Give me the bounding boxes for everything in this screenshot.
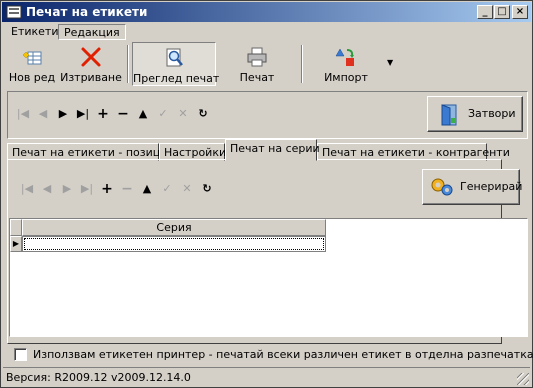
new-row-icon xyxy=(22,51,42,65)
toolbar-separator xyxy=(301,45,303,83)
refresh-icon[interactable]: ↻ xyxy=(198,180,216,198)
delete-button[interactable]: Изтриване xyxy=(59,42,123,86)
print-label: Печат xyxy=(239,71,275,84)
current-row-indicator-icon: ▶ xyxy=(10,236,22,252)
series-cell[interactable] xyxy=(22,236,326,252)
app-icon xyxy=(6,5,22,19)
import-label: Импорт xyxy=(324,71,368,84)
label-printer-checkbox[interactable] xyxy=(14,348,27,361)
cancel-edit-icon[interactable]: ✕ xyxy=(174,105,192,123)
next-record-icon[interactable]: ▶ xyxy=(58,180,76,198)
first-record-icon[interactable]: |◀ xyxy=(18,180,36,198)
tab-series-printing[interactable]: Печат на серии xyxy=(225,139,320,161)
gears-icon xyxy=(431,178,453,196)
window-title: Печат на етикети xyxy=(26,5,148,19)
printer-icon xyxy=(247,47,267,67)
close-label: Затвори xyxy=(468,107,516,120)
delete-record-icon[interactable]: − xyxy=(114,105,132,123)
generate-button[interactable]: Генерирай xyxy=(422,169,523,205)
status-bar: Версия: R2009.12 v2009.12.14.0 xyxy=(3,367,530,386)
prior-record-icon[interactable]: ◀ xyxy=(34,105,52,123)
last-record-icon[interactable]: ▶| xyxy=(78,180,96,198)
last-record-icon[interactable]: ▶| xyxy=(74,105,92,123)
title-bar[interactable]: Печат на етикети _ □ × xyxy=(2,2,531,22)
delete-record-icon[interactable]: − xyxy=(118,180,136,198)
label-printer-label: Използвам етикетен принтер - печатай все… xyxy=(33,348,533,361)
post-record-icon[interactable]: ✓ xyxy=(158,180,176,198)
row-indicator-header xyxy=(10,219,22,236)
version-text: Версия: R2009.12 v2009.12.14.0 xyxy=(6,371,191,384)
close-button[interactable]: Затвори xyxy=(427,96,523,132)
menu-bar: Етикети Редакция xyxy=(2,23,531,41)
new-row-button[interactable]: Нов ред xyxy=(7,42,57,86)
next-record-icon[interactable]: ▶ xyxy=(54,105,72,123)
new-row-label: Нов ред xyxy=(8,71,56,84)
import-dropdown-arrow-icon[interactable]: ▼ xyxy=(387,58,393,67)
menu-edit[interactable]: Редакция xyxy=(58,24,126,40)
refresh-icon[interactable]: ↻ xyxy=(194,105,212,123)
series-grid: Серия ▶ xyxy=(9,218,528,337)
print-preview-button[interactable]: Преглед печат xyxy=(132,42,220,86)
post-record-icon[interactable]: ✓ xyxy=(154,105,172,123)
edit-record-icon[interactable]: ▲ xyxy=(138,180,156,198)
delete-label: Изтриване xyxy=(60,71,122,84)
insert-record-icon[interactable]: + xyxy=(94,105,112,123)
toolbar-separator xyxy=(127,45,129,83)
resize-grip-icon[interactable] xyxy=(517,373,529,385)
main-toolbar: Нов ред Изтриване Преглед печат Печат Им… xyxy=(3,41,530,89)
import-icon xyxy=(335,48,354,66)
door-exit-icon xyxy=(441,104,457,126)
print-preview-label: Преглед печат xyxy=(133,72,220,85)
print-preview-icon xyxy=(166,48,183,67)
menu-labels[interactable]: Етикети xyxy=(6,24,63,40)
delete-icon xyxy=(81,47,101,67)
maximize-button[interactable]: □ xyxy=(494,5,510,19)
insert-record-icon[interactable]: + xyxy=(98,180,116,198)
import-button[interactable]: Импорт xyxy=(317,42,375,86)
edit-record-icon[interactable]: ▲ xyxy=(134,105,152,123)
main-window: Печат на етикети _ □ × Етикети Редакция … xyxy=(0,0,533,388)
close-window-button[interactable]: × xyxy=(512,5,528,19)
minimize-button[interactable]: _ xyxy=(477,5,493,19)
prior-record-icon[interactable]: ◀ xyxy=(38,180,56,198)
print-button[interactable]: Печат xyxy=(231,42,283,86)
cancel-edit-icon[interactable]: ✕ xyxy=(178,180,196,198)
top-navigator-panel: |◀ ◀ ▶ ▶| + − ▲ ✓ ✕ ↻ Затвори xyxy=(7,91,528,139)
column-header-series[interactable]: Серия xyxy=(22,219,326,236)
first-record-icon[interactable]: |◀ xyxy=(14,105,32,123)
generate-label: Генерирай xyxy=(460,180,523,193)
